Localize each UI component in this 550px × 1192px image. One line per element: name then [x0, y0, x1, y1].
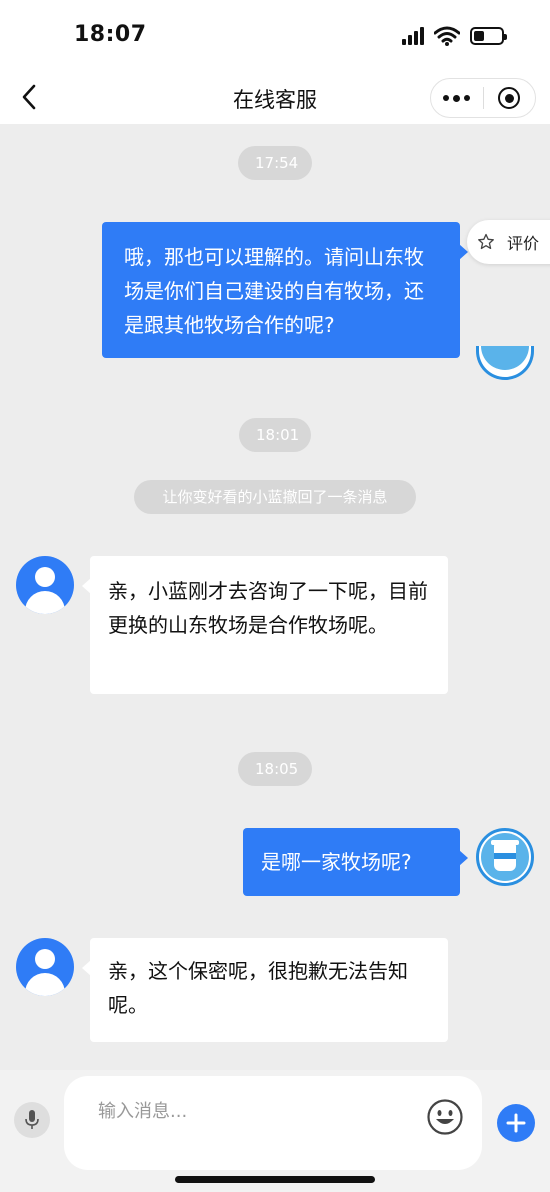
agent-avatar[interactable]	[16, 938, 74, 996]
home-indicator[interactable]	[175, 1176, 375, 1183]
chat-area[interactable]: 17:54 哦，那也可以理解的。请问山东牧场是你们自己建设的自有牧场，还是跟其他…	[0, 124, 550, 1070]
timestamp: 18:05	[238, 752, 312, 786]
user-avatar[interactable]	[476, 828, 534, 886]
battery-icon	[470, 27, 507, 45]
close-miniapp-button[interactable]	[483, 79, 535, 117]
message-bubble-agent[interactable]: 亲，这个保密呢，很抱歉无法告知呢。	[82, 938, 448, 1042]
emoji-icon[interactable]	[426, 1098, 464, 1136]
miniapp-capsule	[430, 78, 536, 118]
message-input-container[interactable]	[64, 1076, 482, 1170]
timestamp: 17:54	[238, 146, 312, 180]
message-bubble-agent[interactable]: 亲，小蓝刚才去咨询了一下呢，目前更换的山东牧场是合作牧场呢。	[82, 556, 448, 694]
wifi-icon	[434, 26, 460, 46]
rate-button[interactable]: 评价	[467, 220, 550, 264]
input-bar	[0, 1070, 550, 1192]
message-bubble-user[interactable]: 哦，那也可以理解的。请问山东牧场是你们自己建设的自有牧场，还是跟其他牧场合作的呢…	[102, 222, 468, 358]
status-bar: 18:07	[0, 0, 550, 72]
more-button[interactable]	[431, 79, 483, 117]
target-icon	[498, 87, 521, 109]
status-time: 18:07	[74, 22, 147, 47]
status-icons	[402, 26, 507, 46]
nav-bar: 在线客服	[0, 72, 550, 124]
message-bubble-user[interactable]: 是哪一家牧场呢?	[243, 828, 468, 896]
plus-icon	[506, 1113, 526, 1133]
signal-icon	[402, 27, 424, 45]
timestamp: 18:01	[239, 418, 311, 452]
user-avatar[interactable]	[476, 346, 534, 380]
microphone-icon	[25, 1110, 39, 1129]
recall-notice: 让你变好看的小蓝撤回了一条消息	[134, 480, 416, 514]
rate-label: 评价	[507, 234, 540, 253]
add-button[interactable]	[497, 1104, 535, 1142]
star-icon	[478, 233, 494, 250]
agent-avatar[interactable]	[16, 556, 74, 614]
message-input[interactable]	[98, 1096, 398, 1126]
voice-button[interactable]	[14, 1102, 50, 1138]
